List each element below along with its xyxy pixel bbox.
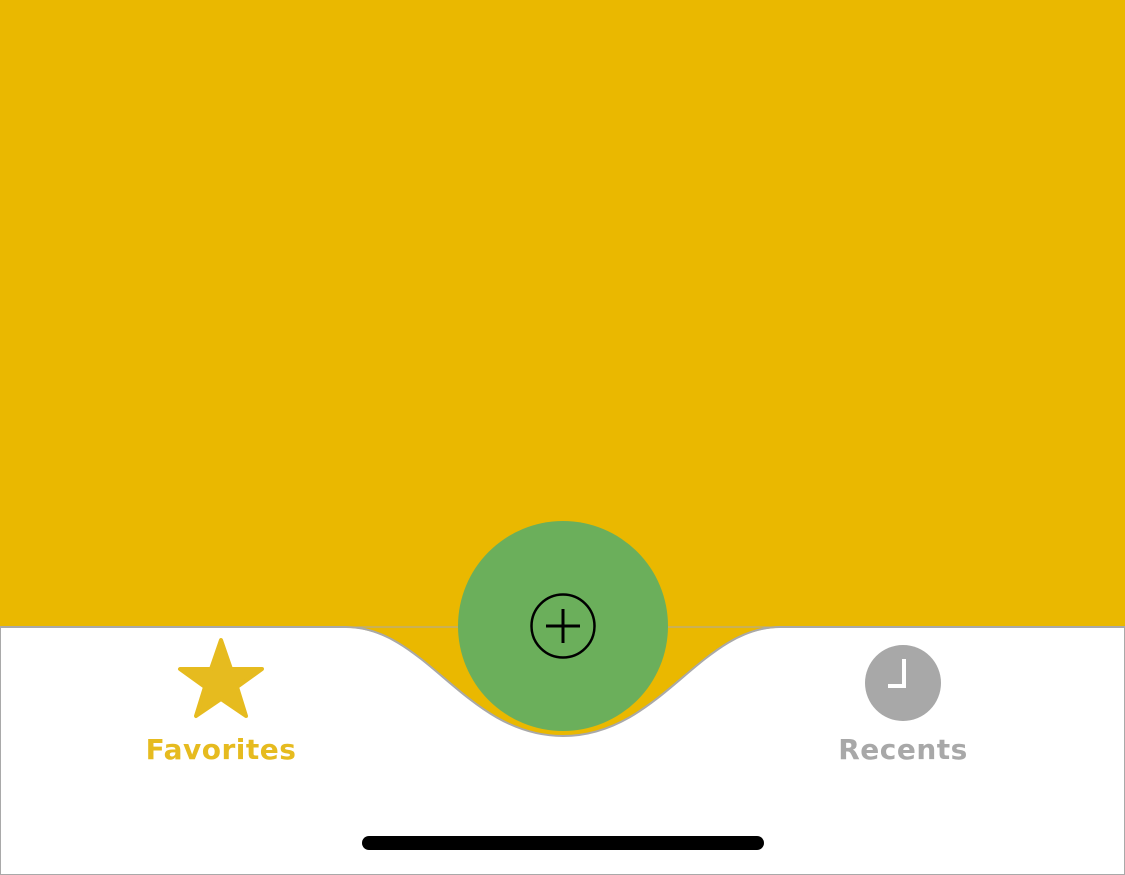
star-icon <box>176 636 266 726</box>
clock-icon <box>858 636 948 726</box>
app-screen: Favorites Recents <box>0 0 1125 875</box>
tab-favorites-label: Favorites <box>145 733 297 766</box>
home-indicator[interactable] <box>362 836 764 850</box>
tab-recents-label: Recents <box>838 733 968 766</box>
tab-favorites[interactable]: Favorites <box>121 636 321 776</box>
add-button[interactable] <box>458 521 668 731</box>
tab-recents[interactable]: Recents <box>803 636 1003 776</box>
